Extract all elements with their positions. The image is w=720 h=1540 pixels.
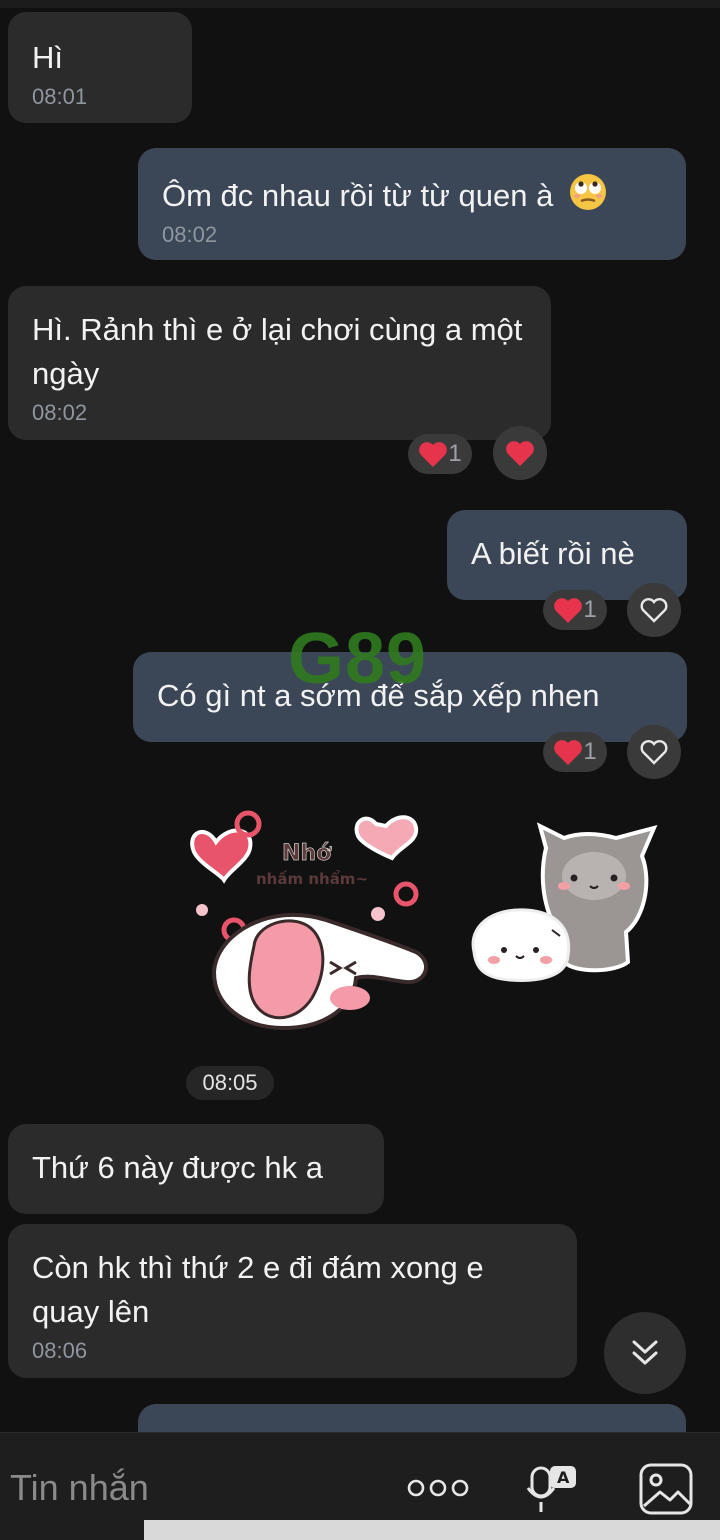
reaction-count: 1 <box>583 738 597 765</box>
message-bubble-incoming[interactable]: Còn hk thì thứ 2 e đi đám xong e quay lê… <box>8 1224 577 1378</box>
sticker-subcaption: nhấm nhẩm~ <box>256 869 368 888</box>
message-text: Thứ 6 này được hk a <box>32 1150 324 1185</box>
reaction-count: 1 <box>583 596 597 623</box>
message-time: 08:02 <box>32 400 88 425</box>
svg-text:A: A <box>557 1468 570 1487</box>
message-bubble-outgoing[interactable]: Ôm đc nhau rồi từ từ quen à 08:02 <box>138 148 686 260</box>
heart-icon <box>554 740 583 765</box>
watermark: G89 <box>288 619 428 699</box>
message-time: 08:02 <box>162 222 218 247</box>
voice-to-text-icon[interactable]: A <box>526 1462 580 1518</box>
message-time: 08:01 <box>32 84 88 109</box>
heart-icon <box>506 441 534 466</box>
heart-icon <box>554 598 583 623</box>
react-heart-button[interactable] <box>627 725 681 779</box>
react-heart-button[interactable] <box>493 426 547 480</box>
message-text: A biết rồi nè <box>471 536 635 571</box>
heart-outline-icon <box>640 598 668 623</box>
cat-pair-icon <box>471 822 658 982</box>
message-input[interactable]: Tin nhắn <box>10 1466 149 1510</box>
message-text: Hì <box>32 40 63 75</box>
heart-icon <box>419 442 448 467</box>
double-chevron-down-icon <box>632 1340 658 1365</box>
message-bubble-incoming[interactable]: Thứ 6 này được hk a <box>8 1124 384 1214</box>
bottom-edge <box>144 1520 720 1540</box>
status-strip <box>0 0 720 8</box>
reaction-count-badge[interactable]: 1 <box>543 732 607 772</box>
sticker-caption: Nhớ <box>282 841 332 866</box>
message-text: Ôm đc nhau rồi từ từ quen à <box>162 172 662 218</box>
scroll-to-bottom-button[interactable] <box>604 1312 686 1394</box>
bunny-hugging-heart-icon: Nhớ nhấm nhẩm~ <box>190 810 428 1031</box>
sticker-time: 08:05 <box>186 1066 274 1100</box>
reaction-count: 1 <box>448 440 462 467</box>
sticker-cat-pair[interactable] <box>466 822 666 988</box>
react-heart-button[interactable] <box>627 583 681 637</box>
message-text: Còn hk thì thứ 2 e đi đám xong e quay lê… <box>32 1250 484 1329</box>
image-icon[interactable] <box>638 1462 694 1516</box>
message-bubble-incoming[interactable]: Hì. Rảnh thì e ở lại chơi cùng a một ngà… <box>8 286 551 440</box>
eye-roll-face-icon <box>569 174 606 210</box>
message-text: Hì. Rảnh thì e ở lại chơi cùng a một ngà… <box>32 312 523 391</box>
reaction-count-badge[interactable]: 1 <box>543 590 607 630</box>
message-text-content: Ôm đc nhau rồi từ từ quen à <box>162 178 554 213</box>
message-bubble-incoming[interactable]: Hì 08:01 <box>8 12 192 123</box>
message-time: 08:06 <box>32 1338 88 1363</box>
sticker-missing-bunny[interactable]: Nhớ nhấm nhẩm~ <box>186 802 436 1042</box>
more-icon[interactable] <box>406 1476 470 1500</box>
heart-outline-icon <box>640 740 668 765</box>
reaction-count-badge[interactable]: 1 <box>408 434 472 474</box>
